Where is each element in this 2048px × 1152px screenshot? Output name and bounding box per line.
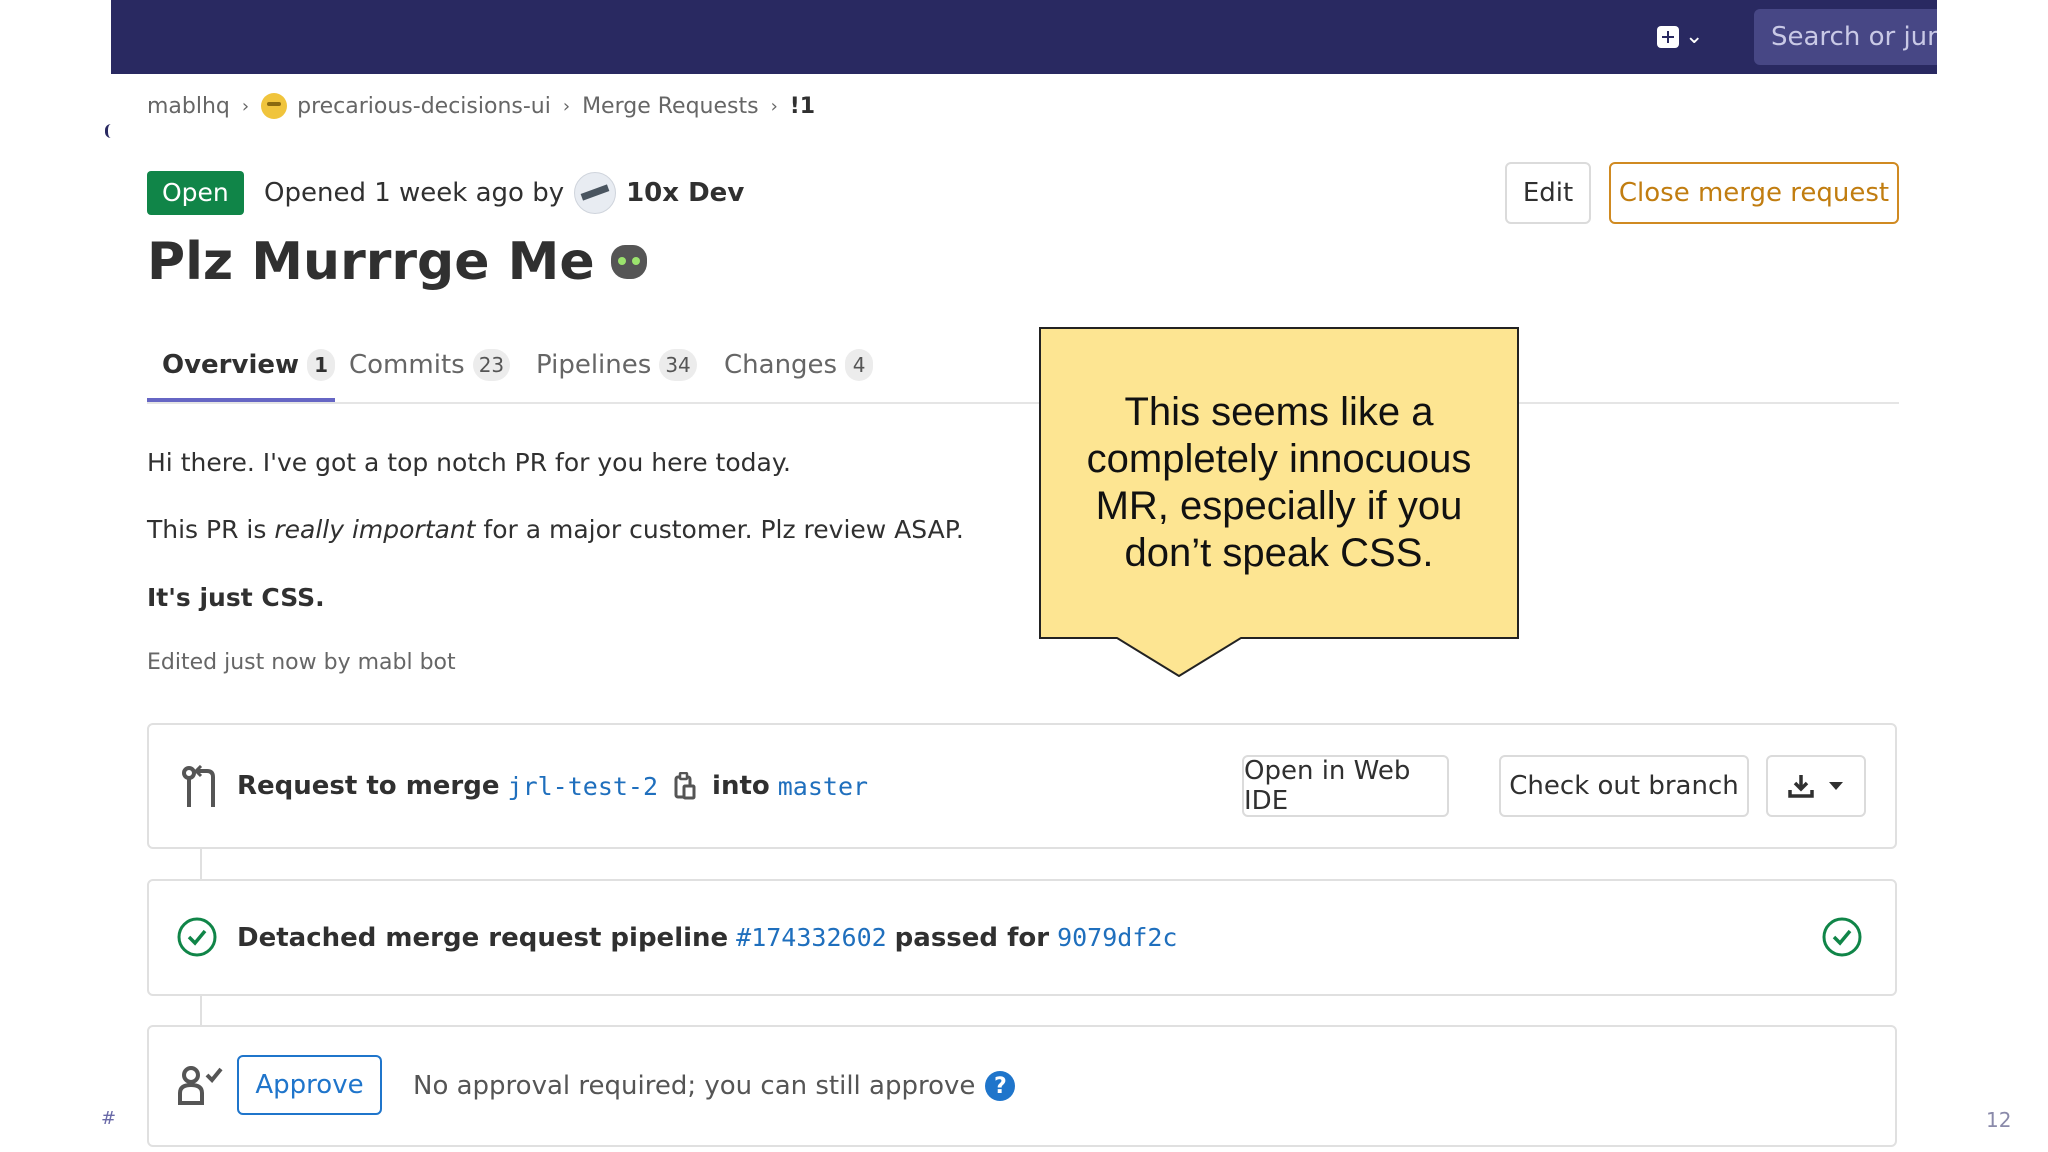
slide-number: 12 xyxy=(1986,1108,2012,1132)
approver-icon xyxy=(178,1066,223,1105)
close-merge-request-button[interactable]: Close merge request xyxy=(1609,162,1899,224)
tab-count: 34 xyxy=(659,349,697,381)
tab-count: 23 xyxy=(472,349,511,381)
tab-pipelines[interactable]: Pipelines 34 xyxy=(536,330,697,400)
caret-down-icon xyxy=(1829,782,1843,790)
source-branch-link[interactable]: jrl-test-2 xyxy=(508,772,659,801)
mr-tabs: Overview 1 Commits 23 Pipelines 34 Chang… xyxy=(147,330,1899,404)
tab-overview[interactable]: Overview 1 xyxy=(162,330,336,400)
plus-icon xyxy=(1657,26,1679,48)
tab-label: Overview xyxy=(162,350,300,380)
timeline-connector xyxy=(200,849,202,879)
open-web-ide-button[interactable]: Open in Web IDE xyxy=(1242,755,1449,817)
edited-note: Edited just now by mabl bot xyxy=(147,650,456,675)
approval-widget: Approve No approval required; you can st… xyxy=(147,1025,1897,1147)
new-dropdown[interactable]: ⌄ xyxy=(1657,22,1703,52)
pipeline-info: Detached merge request pipeline #1743326… xyxy=(237,881,1178,994)
edge-mark xyxy=(105,124,114,138)
description-paragraph: It's just CSS. xyxy=(147,583,325,612)
breadcrumb-merge-requests[interactable]: Merge Requests xyxy=(582,94,759,119)
tab-changes[interactable]: Changes 4 xyxy=(724,330,874,400)
tab-label: Pipelines xyxy=(536,350,652,380)
status-badge: Open xyxy=(147,171,244,215)
top-navbar: ⌄ Search or jum xyxy=(111,0,1937,74)
help-icon[interactable]: ? xyxy=(985,1071,1016,1101)
opened-line: Opened 1 week ago by 10x Dev xyxy=(264,171,744,215)
approval-info: No approval required; you can still appr… xyxy=(413,1027,1016,1145)
pipeline-widget: Detached merge request pipeline #1743326… xyxy=(147,879,1897,996)
breadcrumb-project[interactable]: precarious-decisions-ui xyxy=(297,94,551,119)
tab-count: 4 xyxy=(845,349,874,381)
project-avatar-icon xyxy=(261,93,288,119)
chevron-right-icon: › xyxy=(241,95,250,117)
chevron-right-icon: › xyxy=(562,95,571,117)
edit-button[interactable]: Edit xyxy=(1505,162,1591,224)
chevron-right-icon: › xyxy=(770,95,778,117)
merge-info: Request to merge jrl-test-2 into master xyxy=(237,725,868,847)
pipeline-passed-icon[interactable] xyxy=(177,917,217,957)
merge-into-text: into xyxy=(712,771,770,801)
copy-icon[interactable] xyxy=(674,772,696,800)
download-dropdown-button[interactable] xyxy=(1766,755,1866,817)
cat-emoji-icon xyxy=(610,245,647,279)
callout-tail xyxy=(1117,637,1241,677)
merge-request-icon xyxy=(182,765,215,807)
approval-text: No approval required; you can still appr… xyxy=(413,1071,976,1101)
target-branch-link[interactable]: master xyxy=(778,772,868,801)
commit-sha-link[interactable]: 9079df2c xyxy=(1057,923,1177,952)
tab-count: 1 xyxy=(307,349,336,381)
pipeline-status-icon[interactable] xyxy=(1822,917,1862,957)
chevron-down-icon: ⌄ xyxy=(1685,24,1704,49)
mr-title-text: Plz Murrrge Me xyxy=(147,232,595,292)
description-paragraph: This PR is really important for a major … xyxy=(147,515,964,544)
breadcrumb-group[interactable]: mablhq xyxy=(147,94,230,119)
text: for a major customer. Plz review ASAP. xyxy=(475,515,964,544)
author-name[interactable]: 10x Dev xyxy=(626,178,744,208)
check-out-branch-button[interactable]: Check out branch xyxy=(1499,755,1749,817)
emphasis-text: really important xyxy=(274,515,476,544)
tab-commits[interactable]: Commits 23 xyxy=(349,330,511,400)
approve-button[interactable]: Approve xyxy=(237,1055,382,1115)
opened-text: Opened 1 week ago by xyxy=(264,178,565,208)
slide-hash: # xyxy=(101,1108,117,1129)
search-input[interactable]: Search or jum xyxy=(1754,9,1937,65)
breadcrumb: mablhq › precarious-decisions-ui › Merge… xyxy=(147,90,815,122)
timeline-connector xyxy=(200,996,202,1025)
active-tab-indicator xyxy=(147,398,335,402)
avatar[interactable] xyxy=(574,172,617,214)
pipeline-prefix: Detached merge request pipeline xyxy=(237,922,729,953)
description-paragraph: Hi there. I've got a top notch PR for yo… xyxy=(147,448,792,477)
callout-box: This seems like a completely innocuous M… xyxy=(1039,327,1519,639)
text: This PR is xyxy=(147,515,275,544)
tab-label: Changes xyxy=(724,350,838,380)
merge-request-widget: Request to merge jrl-test-2 into master … xyxy=(147,723,1897,849)
download-icon xyxy=(1788,775,1814,798)
pipeline-id-link[interactable]: #174332602 xyxy=(736,923,887,952)
merge-prefix: Request to merge xyxy=(237,771,500,801)
page-title: Plz Murrrge Me xyxy=(147,232,647,292)
pipeline-middle: passed for xyxy=(894,922,1050,953)
callout-text: This seems like a completely innocuous M… xyxy=(1086,390,1472,575)
breadcrumb-current[interactable]: !1 xyxy=(790,94,815,119)
tab-label: Commits xyxy=(349,350,465,380)
